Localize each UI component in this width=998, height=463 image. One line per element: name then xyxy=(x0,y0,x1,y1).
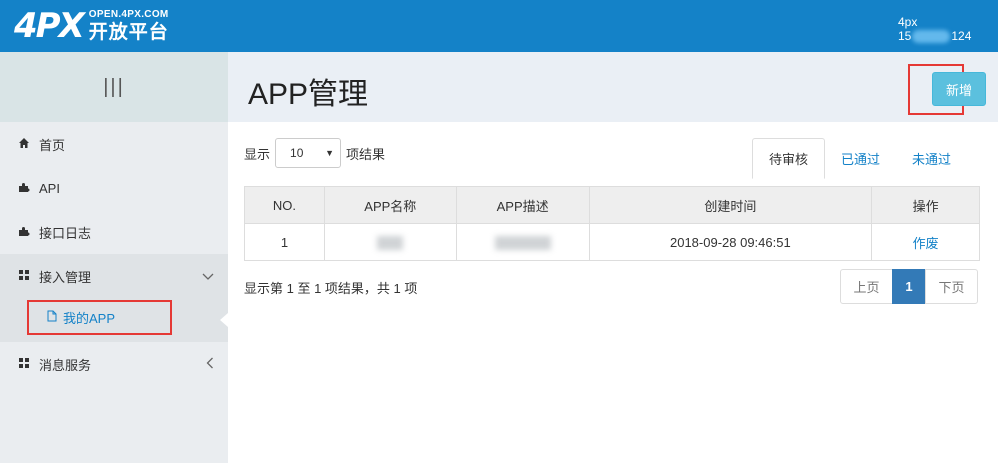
page-size-control: 显示 10 ▼ 项结果 xyxy=(244,138,385,168)
show-label: 显示 xyxy=(244,146,271,162)
sidebar-item-label: 接入管理 xyxy=(39,269,92,285)
sidebar-item-message-service[interactable]: 消息服务 xyxy=(0,342,228,386)
sidebar-item-label: 我的APP xyxy=(63,311,116,326)
cell-app-name xyxy=(323,223,457,261)
grid-icon xyxy=(17,269,31,284)
page-title: APP管理 xyxy=(248,78,369,111)
sidebar: ||| 首页 API 接口日志 接入管理 我的APP 消息服务 xyxy=(0,52,228,463)
sidebar-item-api-log[interactable]: 接口日志 xyxy=(0,210,228,254)
sidebar-item-api[interactable]: API xyxy=(0,166,228,210)
sidebar-item-label: API xyxy=(39,180,60,196)
user-info[interactable]: 4px 15 124 xyxy=(898,15,972,44)
redacted-mask xyxy=(912,30,951,44)
sidebar-subitem-container: 我的APP xyxy=(0,298,228,342)
chevron-down-icon xyxy=(202,269,214,284)
cell-no: 1 xyxy=(244,223,325,261)
sidebar-item-home[interactable]: 首页 xyxy=(0,122,228,166)
column-header[interactable]: 创建时间 xyxy=(588,186,873,224)
cell-app-desc xyxy=(455,223,590,261)
table-header-row: NO. APP名称 APP描述 创建时间 操作 xyxy=(244,186,980,224)
table-summary: 显示第 1 至 1 项结果，共 1 项 xyxy=(244,281,418,296)
logo-domain: OPEN.4PX.COM xyxy=(88,9,169,20)
results-label: 项结果 xyxy=(346,146,386,162)
user-phone: 15 124 xyxy=(898,29,972,44)
redacted-mask xyxy=(377,235,404,250)
home-icon xyxy=(17,137,31,152)
menu-bars-icon: ||| xyxy=(103,75,125,98)
sidebar-item-label: 消息服务 xyxy=(39,357,92,373)
puzzle-icon xyxy=(17,181,31,196)
logo-name: 开放平台 xyxy=(88,22,169,43)
main-content: APP管理 新增 显示 10 ▼ 项结果 待审核 已通过 未通过 NO. APP… xyxy=(228,52,998,463)
table-row: 1 2018-09-28 09:46:51 作废 xyxy=(244,223,980,261)
cell-created: 2018-09-28 09:46:51 xyxy=(588,223,873,261)
top-bar: 4PX OPEN.4PX.COM 开放平台 4px 15 124 xyxy=(0,0,998,52)
prev-page-button[interactable]: 上页 xyxy=(840,269,893,304)
column-header[interactable]: 操作 xyxy=(871,186,980,224)
page-number-button[interactable]: 1 xyxy=(892,269,926,304)
puzzle-icon xyxy=(17,225,31,240)
sidebar-item-label: 接口日志 xyxy=(39,225,92,241)
redacted-mask xyxy=(494,235,551,250)
grid-icon xyxy=(17,357,31,372)
sidebar-item-access-management[interactable]: 接入管理 xyxy=(0,254,228,298)
tab-rejected[interactable]: 未通过 xyxy=(896,138,967,179)
tab-approved[interactable]: 已通过 xyxy=(825,138,896,179)
next-page-button[interactable]: 下页 xyxy=(925,269,978,304)
column-header[interactable]: NO. xyxy=(244,186,325,224)
caret-down-icon: ▼ xyxy=(325,148,335,158)
column-header[interactable]: APP名称 xyxy=(323,186,457,224)
user-name: 4px xyxy=(898,15,918,29)
document-icon xyxy=(47,310,57,325)
sidebar-item-label: 首页 xyxy=(39,137,66,153)
chevron-left-icon xyxy=(206,357,214,372)
cell-action: 作废 xyxy=(871,223,980,261)
page-size-value: 10 xyxy=(290,146,304,160)
logo-mark: 4PX xyxy=(14,6,85,46)
page-size-select[interactable]: 10 ▼ xyxy=(275,138,342,168)
add-button[interactable]: 新增 xyxy=(932,72,986,106)
active-indicator xyxy=(220,313,228,327)
logo[interactable]: 4PX OPEN.4PX.COM 开放平台 xyxy=(14,6,169,46)
pagination: 上页 1 下页 xyxy=(840,269,978,304)
tab-pending[interactable]: 待审核 xyxy=(752,138,826,179)
page-header: APP管理 新增 xyxy=(228,52,998,122)
void-link[interactable]: 作废 xyxy=(913,236,939,251)
sidebar-item-my-app[interactable]: 我的APP xyxy=(27,300,172,335)
status-tabs: 待审核 已通过 未通过 xyxy=(752,138,967,179)
app-table: NO. APP名称 APP描述 创建时间 操作 1 2018-09-28 09:… xyxy=(244,186,980,261)
column-header[interactable]: APP描述 xyxy=(455,186,590,224)
sidebar-toggle[interactable]: ||| xyxy=(0,52,228,122)
